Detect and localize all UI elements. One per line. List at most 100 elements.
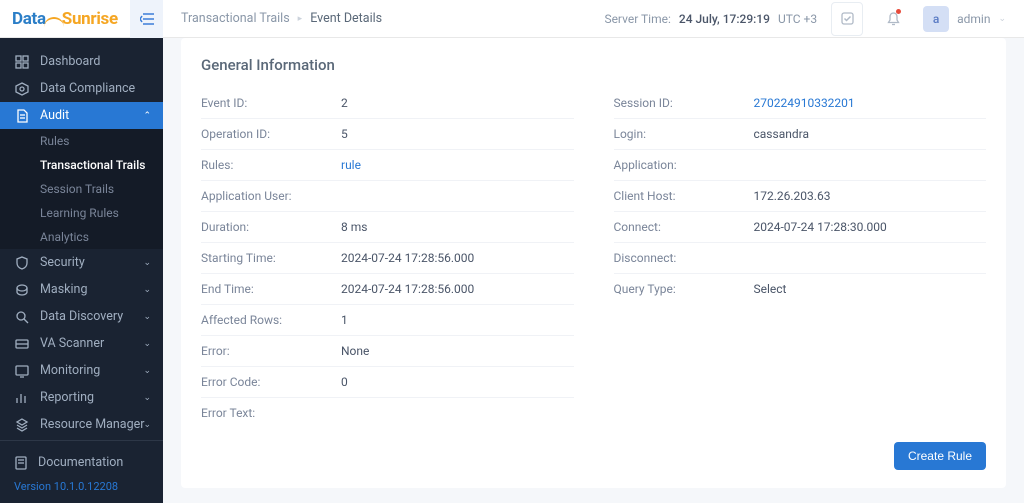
sidebar-item-discovery[interactable]: Data Discovery⌄ [0, 303, 163, 330]
info-key: Error Text: [201, 406, 341, 420]
info-key: Disconnect: [614, 251, 754, 265]
info-value-link[interactable]: 270224910332201 [754, 96, 855, 110]
chevron-down-icon: ⌄ [998, 14, 1006, 24]
sidebar-sub-transactional-trails[interactable]: Transactional Trails [0, 153, 163, 177]
info-value: 8 ms [341, 220, 367, 234]
info-key: Rules: [201, 158, 341, 172]
chevron-down-icon: ⌄ [143, 420, 151, 430]
info-value: 5 [341, 127, 348, 141]
info-value: Select [754, 282, 787, 296]
scanner-icon [15, 337, 29, 351]
info-row: Query Type:Select [614, 274, 987, 304]
breadcrumb-current: Event Details [310, 11, 382, 26]
tasks-button[interactable] [831, 2, 863, 36]
sidebar: Dashboard Data Compliance Audit ⌃ RulesTrans… [0, 0, 163, 503]
sidebar-item-masking[interactable]: Masking ⌄ [0, 276, 163, 303]
info-row: Client Host:172.26.203.63 [614, 181, 987, 212]
server-time: Server Time: 24 July, 17:29:19 UTC +3 [604, 12, 817, 26]
info-value: 0 [341, 375, 348, 389]
info-key: Application: [614, 158, 754, 172]
sidebar-item-monitoring[interactable]: Monitoring⌄ [0, 357, 163, 384]
info-row: Duration:8 ms [201, 212, 574, 243]
create-rule-button[interactable]: Create Rule [894, 442, 986, 470]
info-value: 2024-07-24 17:28:30.000 [754, 220, 887, 234]
menu-collapse-icon [140, 13, 154, 25]
info-row: End Time:2024-07-24 17:28:56.000 [201, 274, 574, 305]
info-value-link[interactable]: rule [341, 158, 361, 172]
version-label: Version 10.1.0.12208 [14, 480, 149, 493]
sidebar-label: Resource Manager [40, 417, 145, 432]
sidebar-sub-rules[interactable]: Rules [0, 129, 163, 153]
breadcrumb: Transactional Trails ▸ Event Details [181, 11, 382, 26]
info-value: 172.26.203.63 [754, 189, 831, 203]
sidebar-item-audit[interactable]: Audit ⌃ [0, 102, 163, 129]
info-key: Connect: [614, 220, 754, 234]
info-key: Session ID: [614, 96, 754, 110]
notification-dot-icon [896, 9, 901, 14]
info-row: Application User: [201, 181, 574, 212]
masking-icon [15, 283, 29, 297]
info-row: Starting Time:2024-07-24 17:28:56.000 [201, 243, 574, 274]
sidebar-label: Data Discovery [40, 309, 123, 324]
sidebar-label: Data Compliance [40, 81, 135, 96]
discovery-icon [15, 310, 29, 324]
sidebar-sub-learning-rules[interactable]: Learning Rules [0, 201, 163, 225]
breadcrumb-parent[interactable]: Transactional Trails [181, 11, 290, 26]
notifications-button[interactable] [877, 2, 909, 36]
info-key: Operation ID: [201, 127, 341, 141]
sidebar-item-dashboard[interactable]: Dashboard [0, 48, 163, 75]
check-icon [841, 12, 854, 25]
general-info-card: General Information Event ID:2Operation … [181, 38, 1006, 488]
info-row: Application: [614, 150, 987, 181]
sidebar-label: Monitoring [40, 363, 100, 378]
info-row: Session ID:270224910332201 [614, 88, 987, 119]
sidebar-item-resources[interactable]: Resource Manager⌄ [0, 411, 163, 438]
logo[interactable]: DataSunrise [12, 9, 118, 29]
username: admin [957, 12, 990, 26]
info-key: Affected Rows: [201, 313, 341, 327]
chevron-down-icon: ⌄ [143, 258, 151, 268]
sidebar-sub-analytics[interactable]: Analytics [0, 225, 163, 249]
sidebar-label: Dashboard [40, 54, 100, 69]
resources-icon [15, 418, 29, 432]
info-key: Starting Time: [201, 251, 341, 265]
sidebar-doc-link[interactable]: Documentation [14, 451, 149, 474]
bell-icon [887, 12, 900, 26]
info-row: Disconnect: [614, 243, 987, 274]
info-value: 2024-07-24 17:28:56.000 [341, 282, 474, 296]
sidebar-collapse-button[interactable] [130, 0, 163, 38]
sidebar-label: Audit [40, 108, 69, 123]
info-key: Query Type: [614, 282, 754, 296]
info-value: 1 [341, 313, 348, 327]
info-row: Affected Rows:1 [201, 305, 574, 336]
sidebar-item-config[interactable]: Configuration⌄ [0, 438, 163, 440]
sidebar-label: VA Scanner [40, 336, 104, 351]
info-row: Event ID:2 [201, 88, 574, 119]
monitoring-icon [15, 364, 29, 378]
user-menu[interactable]: a admin ⌄ [923, 6, 1006, 32]
info-row: Connect:2024-07-24 17:28:30.000 [614, 212, 987, 243]
info-key: End Time: [201, 282, 341, 296]
chevron-down-icon: ⌄ [143, 285, 151, 295]
audit-icon [15, 109, 29, 123]
info-value: 2 [341, 96, 348, 110]
sidebar-label: Security [40, 255, 85, 270]
chevron-up-icon: ⌃ [143, 111, 151, 121]
sidebar-item-security[interactable]: Security ⌄ [0, 249, 163, 276]
sidebar-label: Masking [40, 282, 87, 297]
info-key: Event ID: [201, 96, 341, 110]
sidebar-label: Reporting [40, 390, 94, 405]
reporting-icon [15, 391, 29, 405]
info-key: Error Code: [201, 375, 341, 389]
info-key: Duration: [201, 220, 341, 234]
info-row: Error Text: [201, 398, 574, 428]
sidebar-sub-session-trails[interactable]: Session Trails [0, 177, 163, 201]
topbar: Transactional Trails ▸ Event Details Ser… [163, 0, 1024, 38]
compliance-icon [15, 82, 29, 96]
sidebar-item-compliance[interactable]: Data Compliance [0, 75, 163, 102]
info-key: Login: [614, 127, 754, 141]
info-row: Login:cassandra [614, 119, 987, 150]
sidebar-item-reporting[interactable]: Reporting⌄ [0, 384, 163, 411]
sidebar-item-scanner[interactable]: VA Scanner⌄ [0, 330, 163, 357]
info-value: 2024-07-24 17:28:56.000 [341, 251, 474, 265]
